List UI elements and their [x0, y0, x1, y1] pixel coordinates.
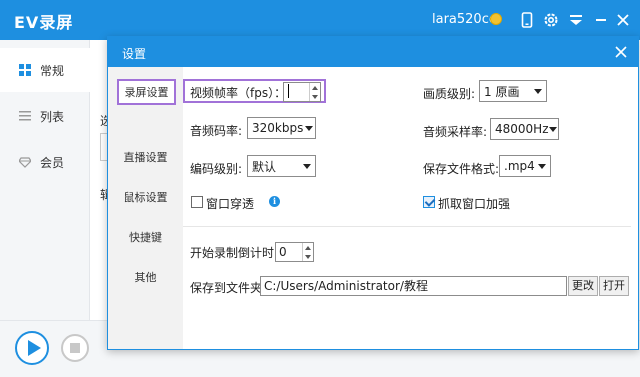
save-folder-label: 保存到文件夹:: [190, 281, 267, 295]
sample-rate-label: 音频采样率:: [423, 125, 488, 139]
open-button[interactable]: 打开: [599, 276, 629, 296]
window-through-checkbox[interactable]: [191, 196, 203, 208]
dialog-titlebar: 设置: [108, 37, 638, 67]
minimize-icon[interactable]: [592, 11, 610, 29]
dialog-nav: 录屏设置 直播设置 鼠标设置 快捷键 其他: [108, 67, 183, 349]
format-select[interactable]: .mp4: [499, 155, 551, 177]
sample-rate-value: 48000Hz: [495, 122, 549, 136]
stop-button[interactable]: [61, 334, 89, 362]
menu-icon[interactable]: [567, 11, 585, 29]
fps-label: 视频帧率（fps）：: [190, 86, 287, 100]
username[interactable]: lara520cc: [432, 12, 496, 27]
list-icon: [18, 109, 32, 123]
quality-value: 1 原画: [484, 84, 520, 99]
audio-bitrate-value: 320kbps: [252, 121, 304, 135]
sidebar-item-label: 常规: [40, 63, 65, 78]
app-title: EV录屏: [14, 13, 74, 32]
increment-icon[interactable]: [310, 83, 320, 92]
capture-enhance-checkbox[interactable]: [423, 196, 435, 208]
tab-shortcuts[interactable]: 快捷键: [108, 219, 183, 255]
codec-label: 编码级别:: [190, 162, 243, 176]
countdown-input[interactable]: 0: [276, 243, 302, 261]
chevron-down-icon: [299, 156, 315, 176]
diamond-icon: [18, 155, 32, 169]
save-folder-input[interactable]: C:/Users/Administrator/教程: [260, 276, 567, 296]
change-button[interactable]: 更改: [568, 276, 598, 296]
capture-enhance-label: 抓取窗口加强: [438, 197, 511, 211]
dialog-title: 设置: [122, 47, 147, 61]
codec-value: 默认: [252, 159, 277, 174]
divider: [183, 226, 631, 227]
sidebar-item-member[interactable]: 会员: [0, 140, 90, 184]
countdown-label: 开始录制倒计时:: [190, 246, 279, 260]
coin-icon: [490, 13, 502, 25]
text-caret: [288, 84, 289, 98]
phone-icon[interactable]: [518, 11, 536, 29]
increment-icon[interactable]: [303, 243, 313, 252]
sidebar-item-list[interactable]: 列表: [0, 94, 90, 138]
sidebar-item-general[interactable]: 常规: [0, 48, 90, 92]
audio-bitrate-label: 音频码率:: [190, 124, 243, 138]
chevron-down-icon: [549, 119, 559, 139]
close-icon[interactable]: [612, 43, 630, 61]
format-value: .mp4: [504, 159, 535, 173]
grid-icon: [18, 63, 32, 77]
countdown-stepper[interactable]: 0: [275, 242, 314, 262]
close-icon[interactable]: [614, 11, 632, 29]
tab-live-settings[interactable]: 直播设置: [108, 139, 183, 175]
codec-select[interactable]: 默认: [247, 155, 316, 177]
decrement-icon[interactable]: [303, 252, 313, 261]
quality-label: 画质级别:: [423, 87, 476, 101]
format-label: 保存文件格式:: [423, 162, 500, 176]
chevron-down-icon: [530, 81, 546, 101]
chevron-down-icon: [303, 118, 315, 138]
audio-bitrate-select[interactable]: 320kbps: [247, 117, 316, 139]
chevron-down-icon: [535, 156, 550, 176]
sidebar-item-label: 列表: [40, 109, 65, 124]
sidebar-item-label: 会员: [40, 155, 65, 170]
play-button[interactable]: [15, 331, 49, 365]
window-through-label: 窗口穿透: [206, 197, 255, 211]
decrement-icon[interactable]: [310, 92, 320, 101]
tab-record-settings[interactable]: 录屏设置: [117, 79, 176, 105]
app-titlebar: EV录屏 lara520cc: [0, 0, 640, 40]
tab-mouse-settings[interactable]: 鼠标设置: [108, 179, 183, 215]
sample-rate-select[interactable]: 48000Hz: [490, 118, 559, 140]
gear-icon[interactable]: [542, 11, 560, 29]
quality-select[interactable]: 1 原画: [479, 80, 547, 102]
info-icon[interactable]: i: [269, 196, 280, 207]
tab-other[interactable]: 其他: [108, 259, 183, 295]
